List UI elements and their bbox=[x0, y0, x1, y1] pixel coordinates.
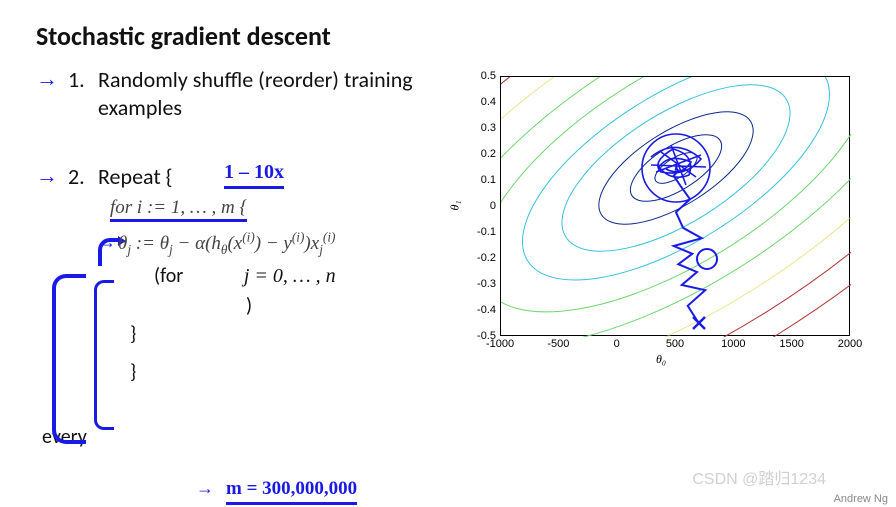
y-tick: -0.1 bbox=[460, 226, 496, 238]
y-tick: 0.5 bbox=[460, 70, 496, 82]
x-tick: 2000 bbox=[830, 338, 870, 350]
y-tick: -0.2 bbox=[460, 252, 496, 264]
y-tick: 0 bbox=[460, 200, 496, 212]
y-tick: 0.3 bbox=[460, 122, 496, 134]
contour-chart: -0.5-0.4-0.3-0.2-0.100.10.20.30.40.5 -10… bbox=[456, 68, 860, 366]
step-text: Randomly shuffle (reorder) training exam… bbox=[98, 66, 440, 121]
hand-arrow-icon: → bbox=[196, 478, 214, 499]
y-tick: 0.4 bbox=[460, 96, 496, 108]
x-tick: 0 bbox=[597, 338, 637, 350]
for-text: for i := 1, … , m { bbox=[110, 197, 247, 222]
x-tick: 1000 bbox=[713, 338, 753, 350]
slide: Stochastic gradient descent → 1. Randoml… bbox=[0, 0, 896, 507]
plot-area bbox=[500, 76, 850, 336]
repeat-body: for i := 1, … , m { → θj := θj − α(hθ(x(… bbox=[90, 197, 440, 384]
theta-update-line: → θj := θj − α(hθ(x(i)) − y(i))xj(i) bbox=[118, 230, 440, 258]
for-every-line: (for j = 0, … , n bbox=[90, 264, 440, 288]
step-1: → 1. Randomly shuffle (reorder) training… bbox=[36, 66, 440, 121]
right-column: -0.5-0.4-0.3-0.2-0.100.10.20.30.40.5 -10… bbox=[450, 66, 860, 384]
content-row: → 1. Randomly shuffle (reorder) training… bbox=[36, 66, 860, 384]
y-tick: -0.4 bbox=[460, 304, 496, 316]
y-tick: 0.2 bbox=[460, 148, 496, 160]
outer-brace-close: } bbox=[130, 360, 440, 384]
chart-svg bbox=[501, 77, 851, 337]
y-tick: -0.3 bbox=[460, 278, 496, 290]
theta-update-formula: θj := θj − α(hθ(x(i)) − y(i))xj(i) bbox=[118, 233, 335, 254]
y-axis-label: θ₁ bbox=[448, 200, 463, 210]
watermark-author: Andrew Ng bbox=[834, 493, 888, 505]
x-axis-label: θ₀ bbox=[656, 352, 666, 367]
x-tick: -500 bbox=[538, 338, 578, 350]
close-paren: ) bbox=[246, 294, 440, 318]
x-tick: -1000 bbox=[480, 338, 520, 350]
step-2: → 2. Repeat { 1 – 10x bbox=[36, 163, 440, 191]
j-range: j = 0, … , n bbox=[244, 265, 336, 287]
watermark-csdn: CSDN @踏归1234 bbox=[692, 465, 826, 489]
hand-arrow-icon: → bbox=[98, 232, 116, 253]
slide-title: Stochastic gradient descent bbox=[36, 20, 860, 52]
hand-arrow-icon: → bbox=[36, 165, 58, 187]
hand-annotation-m: m = 300,000,000 bbox=[226, 478, 357, 505]
hand-brace-outer-icon bbox=[52, 274, 86, 444]
for-label: (for bbox=[154, 264, 183, 288]
step-number: 2. bbox=[68, 163, 88, 190]
x-tick: 1500 bbox=[772, 338, 812, 350]
y-tick: 0.1 bbox=[460, 174, 496, 186]
inner-brace-close: } bbox=[130, 322, 440, 346]
step-number: 1. bbox=[68, 66, 88, 93]
x-tick: 500 bbox=[655, 338, 695, 350]
hand-arrow-icon: → bbox=[36, 68, 58, 90]
hand-brace-inner-icon bbox=[94, 280, 114, 430]
hand-annotation-repeat: 1 – 10x bbox=[224, 161, 284, 189]
step-text: Repeat { bbox=[98, 163, 173, 191]
left-column: → 1. Randomly shuffle (reorder) training… bbox=[36, 66, 440, 384]
for-line: for i := 1, … , m { bbox=[90, 197, 440, 222]
